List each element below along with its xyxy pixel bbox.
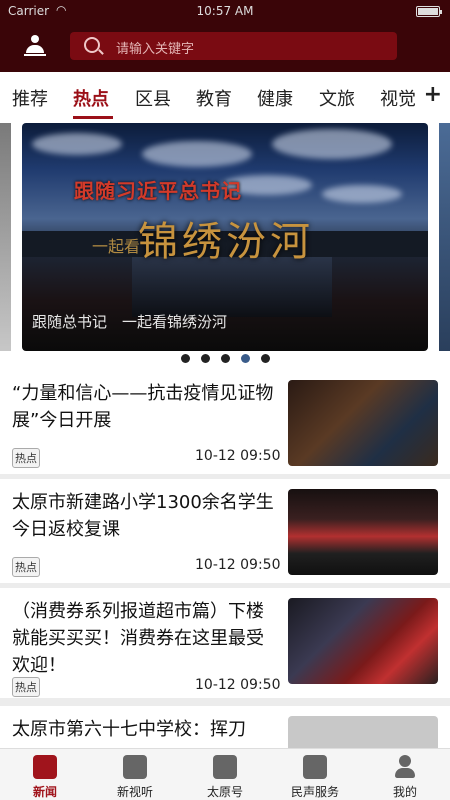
banner-subtitle-large: 锦绣汾河	[138, 219, 314, 265]
user-body-shape	[26, 45, 44, 53]
add-tab-icon[interactable]: +	[424, 82, 442, 107]
news-title: “力量和信心——抗击疫情见证物展”今日开展	[12, 383, 274, 431]
banner-caption: 跟随总书记 一起看锦绣汾河	[32, 313, 228, 331]
user-base-line	[24, 54, 46, 56]
status-time: 10:57 AM	[196, 4, 254, 18]
account-icon	[213, 755, 237, 779]
user-center-icon[interactable]	[24, 35, 46, 57]
tab-education[interactable]: 教育	[196, 85, 232, 111]
nav-label: 太原号	[206, 785, 243, 799]
carousel-dot[interactable]	[201, 354, 210, 363]
news-item[interactable]: 太原市第六十七中学校：挥刀	[0, 706, 450, 748]
news-item[interactable]: “力量和信心——抗击疫情见证物展”今日开展 热点 10-12 09:50	[0, 370, 450, 474]
news-title: 太原市第六十七中学校：挥刀	[12, 719, 246, 740]
cloud-shape	[142, 141, 252, 167]
news-item[interactable]: 太原市新建路小学1300余名学生今日返校复课 热点 10-12 09:50	[0, 479, 450, 583]
cart-icon	[303, 755, 327, 779]
battery-icon	[416, 6, 442, 17]
news-thumbnail	[288, 489, 438, 575]
nav-label: 新视听	[116, 785, 153, 799]
news-item[interactable]: （消费券系列报道超市篇）下楼就能买买买！消费券在这里最受欢迎！ 热点 10-12…	[0, 588, 450, 698]
status-bar: Carrier ◠ 10:57 AM	[0, 0, 450, 22]
news-tag: 热点	[12, 677, 40, 697]
tab-recommend[interactable]: 推荐	[12, 85, 48, 111]
news-tag: 热点	[12, 557, 40, 577]
bottom-navigation: 新闻 新视听 太原号 民声服务 我的	[0, 748, 450, 800]
nav-public-service[interactable]: 民声服务	[270, 749, 360, 800]
news-icon	[33, 755, 57, 779]
video-icon	[123, 755, 147, 779]
news-title: （消费券系列报道超市篇）下楼就能买买买！消费券在这里最受欢迎！	[12, 601, 264, 676]
carousel-dot[interactable]	[261, 354, 270, 363]
banner-slide[interactable]: 跟随习近平总书记 一起看 锦绣汾河 跟随总书记 一起看锦绣汾河	[22, 123, 428, 351]
news-time: 10-12 09:50	[195, 677, 281, 693]
tab-district[interactable]: 区县	[135, 85, 171, 111]
banner-subtitle-small: 一起看	[92, 237, 141, 256]
person-icon	[393, 755, 417, 779]
news-time: 10-12 09:50	[195, 448, 281, 464]
news-time: 10-12 09:50	[195, 557, 281, 573]
news-thumbnail	[288, 716, 438, 748]
carousel-dot-active[interactable]	[241, 354, 250, 363]
cloud-shape	[272, 129, 392, 159]
nav-news[interactable]: 新闻	[0, 749, 90, 800]
cloud-shape	[32, 133, 122, 155]
carousel-prev-peek[interactable]	[0, 123, 11, 351]
carousel-pagination	[181, 354, 271, 364]
carousel-next-peek[interactable]	[439, 123, 450, 351]
nav-new-media[interactable]: 新视听	[90, 749, 180, 800]
news-tag: 热点	[12, 448, 40, 468]
nav-label: 新闻	[32, 785, 57, 799]
nav-label: 民声服务	[290, 785, 339, 799]
tab-visual[interactable]: 视觉	[380, 85, 416, 111]
banner-title: 跟随习近平总书记	[74, 179, 242, 203]
tab-health[interactable]: 健康	[257, 85, 293, 111]
carousel-dot[interactable]	[181, 354, 190, 363]
nav-label: 我的	[392, 785, 417, 799]
news-thumbnail	[288, 598, 438, 684]
cloud-shape	[322, 185, 402, 203]
nav-mine[interactable]: 我的	[360, 749, 450, 800]
nav-taiyuan-account[interactable]: 太原号	[180, 749, 270, 800]
news-title: 太原市新建路小学1300余名学生今日返校复课	[12, 492, 274, 540]
tab-culture-travel[interactable]: 文旅	[319, 85, 355, 111]
search-placeholder: 请输入关键字	[116, 42, 195, 57]
active-tab-indicator	[73, 116, 113, 119]
category-tabs: 推荐 热点 区县 教育 健康 文旅 视觉 +	[0, 72, 450, 120]
search-icon	[84, 37, 100, 53]
search-input[interactable]: 请输入关键字	[70, 32, 397, 60]
news-thumbnail	[288, 380, 438, 466]
app-header: Carrier ◠ 10:57 AM 请输入关键字	[0, 0, 450, 72]
banner-carousel: 跟随习近平总书记 一起看 锦绣汾河 跟随总书记 一起看锦绣汾河	[0, 120, 450, 370]
carousel-dot[interactable]	[221, 354, 230, 363]
user-head-shape	[31, 35, 39, 43]
tab-hot[interactable]: 热点	[73, 85, 109, 111]
